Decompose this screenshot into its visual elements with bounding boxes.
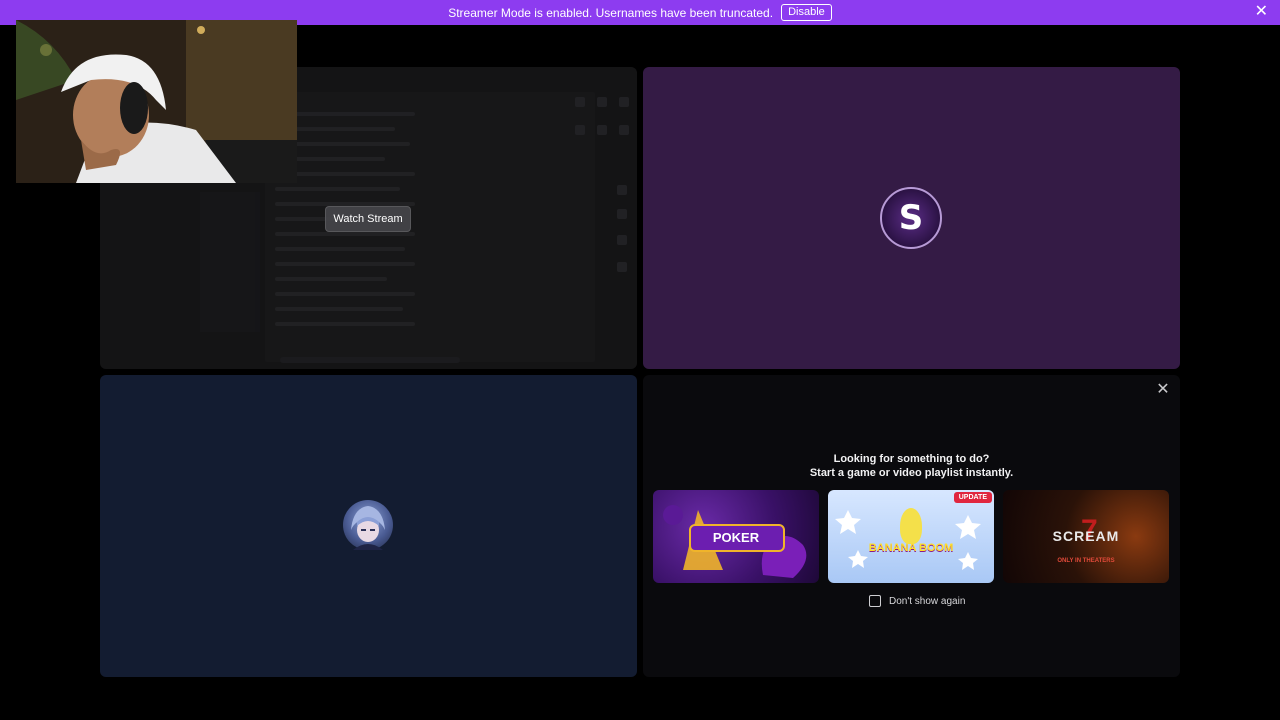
webcam-feed[interactable]	[16, 20, 297, 183]
banana-label: BANANA BOOM	[868, 542, 954, 554]
participant-tile-navy[interactable]	[100, 375, 637, 677]
dont-show-label: Don't show again	[889, 595, 966, 607]
dont-show-again[interactable]: Don't show again	[869, 595, 965, 607]
activity-suggestions-panel: ✕ Looking for something to do? Start a g…	[643, 375, 1180, 677]
participant-tile-purple[interactable]: S	[643, 67, 1180, 369]
update-badge: UPDATE	[953, 492, 992, 503]
webcam-person-icon	[16, 20, 297, 183]
avatar	[343, 500, 393, 550]
poker-label: POKER	[712, 530, 760, 545]
avatar: S	[880, 187, 942, 249]
activity-card-scream[interactable]: 7 SCREAM ONLY IN THEATERS	[1003, 490, 1169, 583]
activity-heading: Looking for something to do? Start a gam…	[643, 452, 1180, 480]
scream-label: SCREAM	[1052, 528, 1120, 544]
close-icon[interactable]: ✕	[1255, 4, 1268, 20]
watch-stream-button[interactable]: Watch Stream	[325, 206, 411, 232]
avatar-illustration-icon	[351, 506, 385, 550]
activity-heading-line1: Looking for something to do?	[833, 453, 990, 465]
dont-show-checkbox[interactable]	[869, 595, 881, 607]
activity-card-poker[interactable]: POKER	[653, 490, 819, 583]
disable-button[interactable]: Disable	[781, 4, 832, 21]
avatar-letter: S	[898, 198, 924, 238]
close-icon[interactable]: ✕	[1154, 380, 1172, 398]
activity-card-banana[interactable]: UPDATE BANANA BOOM	[828, 490, 994, 583]
activity-heading-line2: Start a game or video playlist instantly…	[809, 467, 1014, 479]
streamer-mode-message: Streamer Mode is enabled. Usernames have…	[448, 5, 774, 20]
banana-character	[900, 508, 922, 544]
scream-subtitle: ONLY IN THEATERS	[1057, 558, 1115, 564]
